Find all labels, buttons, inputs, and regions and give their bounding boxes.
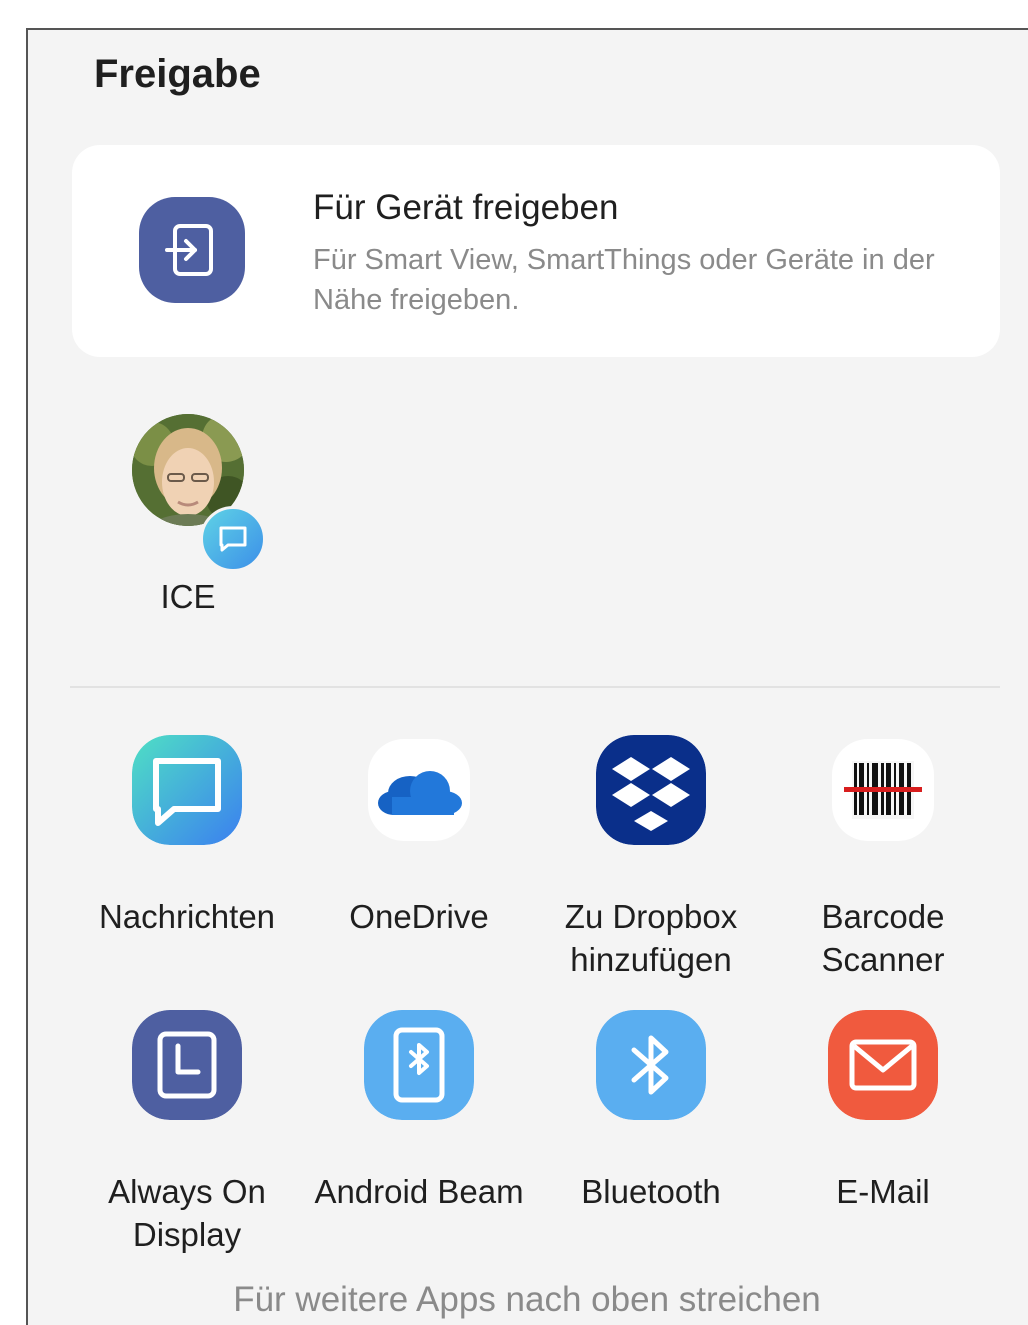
email-icon bbox=[828, 1010, 938, 1120]
bluetooth-icon bbox=[596, 1010, 706, 1120]
app-android-beam[interactable]: Android Beam bbox=[314, 1010, 524, 1260]
app-onedrive[interactable]: OneDrive bbox=[314, 735, 524, 985]
app-label: E-Mail bbox=[836, 1173, 930, 1210]
divider bbox=[70, 686, 1000, 688]
swipe-up-hint: Für weitere Apps nach oben streichen bbox=[233, 1280, 821, 1319]
app-barcode-scanner[interactable]: Barcode Scanner bbox=[778, 735, 988, 985]
app-label: Barcode Scanner bbox=[821, 898, 945, 978]
contact-ice[interactable]: ICE bbox=[110, 410, 270, 640]
barcode-scanner-icon bbox=[828, 735, 938, 845]
app-always-on-display[interactable]: Always On Display bbox=[82, 1010, 292, 1260]
app-label: Nachrichten bbox=[98, 898, 276, 935]
share-to-device-icon bbox=[139, 197, 245, 303]
app-label: Zu Dropbox hinzufügen bbox=[564, 898, 738, 978]
app-dropbox[interactable]: Zu Dropbox hinzufügen bbox=[546, 735, 756, 985]
messages-icon bbox=[132, 735, 242, 845]
share-to-device-title: Für Gerät freigeben bbox=[313, 188, 619, 227]
always-on-display-icon bbox=[132, 1010, 242, 1120]
app-label: OneDrive bbox=[349, 898, 489, 935]
share-sheet-title: Freigabe bbox=[94, 52, 261, 96]
share-to-device-description: Für Smart View, SmartThings oder Geräte … bbox=[313, 244, 935, 316]
contact-label: ICE bbox=[160, 578, 216, 615]
android-beam-icon bbox=[364, 1010, 474, 1120]
app-label: Android Beam bbox=[314, 1173, 524, 1210]
app-nachrichten[interactable]: Nachrichten bbox=[82, 735, 292, 985]
dropbox-icon bbox=[596, 735, 706, 845]
onedrive-icon bbox=[364, 735, 474, 845]
app-label: Bluetooth bbox=[581, 1173, 721, 1210]
app-label: Always On Display bbox=[108, 1173, 266, 1253]
app-email[interactable]: E-Mail bbox=[778, 1010, 988, 1260]
app-bluetooth[interactable]: Bluetooth bbox=[546, 1010, 756, 1260]
messages-badge-icon bbox=[200, 506, 266, 572]
